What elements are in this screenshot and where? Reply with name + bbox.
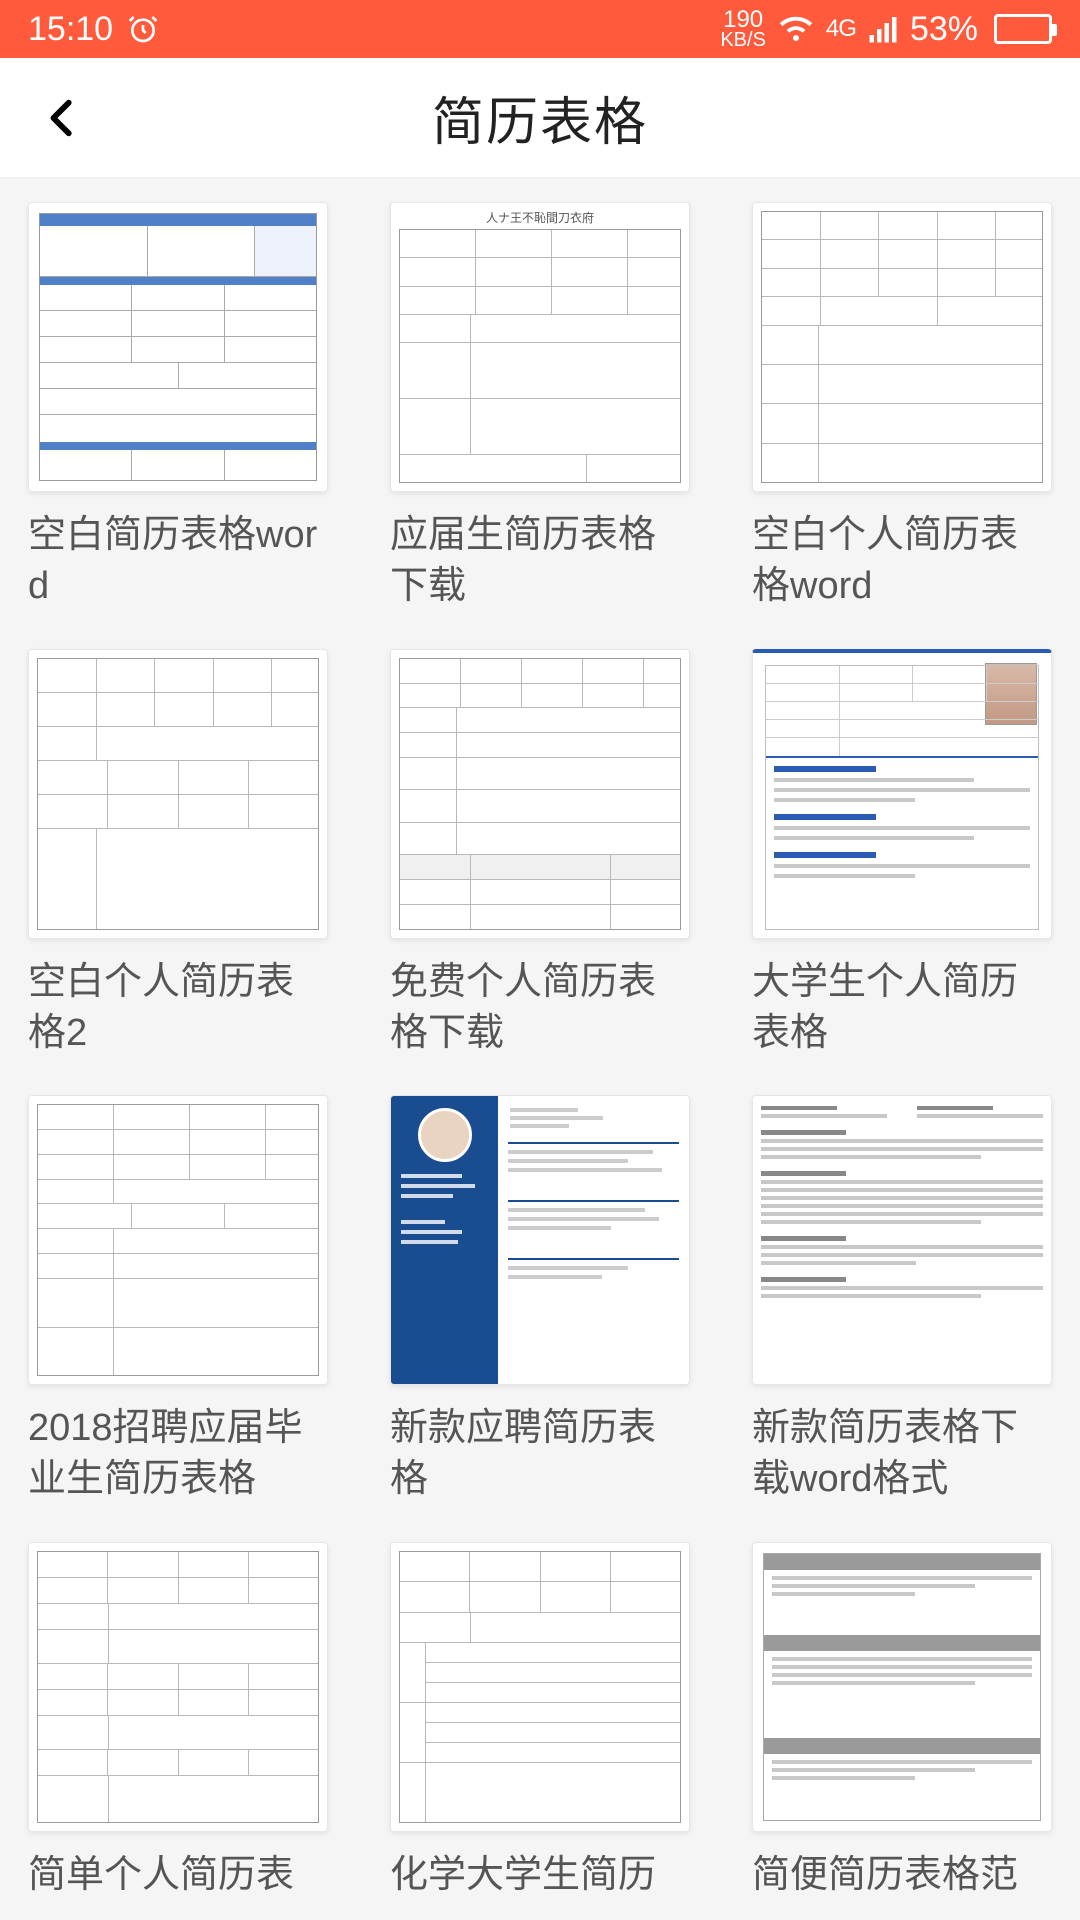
template-grid: 空白简历表格word 人ナ王不恥間刀衣府 应届生简历表格下载	[0, 178, 1080, 1901]
template-card[interactable]: 简便简历表格范	[752, 1542, 1052, 1901]
nav-header: 简历表格	[0, 58, 1080, 178]
signal-icon	[868, 14, 898, 44]
template-thumb	[752, 649, 1052, 939]
wifi-icon	[778, 11, 814, 47]
template-thumb	[390, 649, 690, 939]
template-title: 空白个人简历表格2	[28, 957, 328, 1060]
template-title: 空白简历表格word	[28, 510, 328, 613]
template-thumb	[752, 1095, 1052, 1385]
template-title: 简单个人简历表	[28, 1850, 328, 1901]
template-card[interactable]: 新款应聘简历表格	[390, 1095, 690, 1506]
template-thumb	[28, 202, 328, 492]
template-card[interactable]: 空白个人简历表格2	[28, 649, 328, 1060]
net-speed: 190 KB/S	[720, 9, 766, 49]
template-card[interactable]: 2018招聘应届毕业生简历表格	[28, 1095, 328, 1506]
template-card[interactable]: 空白简历表格word	[28, 202, 328, 613]
template-thumb	[390, 1095, 690, 1385]
template-card[interactable]: 大学生个人简历表格	[752, 649, 1052, 1060]
net-type: 4G	[826, 15, 856, 43]
battery-percent: 53%	[910, 10, 978, 49]
template-card[interactable]: 新款简历表格下载word格式	[752, 1095, 1052, 1506]
alarm-icon	[127, 13, 159, 45]
template-thumb	[28, 1095, 328, 1385]
status-bar: 15:10 190 KB/S 4G 53%	[0, 0, 1080, 58]
template-card[interactable]: 空白个人简历表格word	[752, 202, 1052, 613]
back-button[interactable]	[28, 83, 98, 153]
template-card[interactable]: 简单个人简历表	[28, 1542, 328, 1901]
template-thumb: 人ナ王不恥間刀衣府	[390, 202, 690, 492]
template-thumb	[28, 1542, 328, 1832]
template-card[interactable]: 人ナ王不恥間刀衣府 应届生简历表格下载	[390, 202, 690, 613]
template-title: 应届生简历表格下载	[390, 510, 690, 613]
template-thumb	[390, 1542, 690, 1832]
template-card[interactable]: 化学大学生简历	[390, 1542, 690, 1901]
template-title: 新款简历表格下载word格式	[752, 1403, 1052, 1506]
status-time: 15:10	[28, 10, 113, 49]
template-thumb	[752, 202, 1052, 492]
battery-icon	[990, 14, 1052, 44]
status-left: 15:10	[28, 10, 159, 49]
status-right: 190 KB/S 4G 53%	[720, 9, 1052, 49]
template-title: 化学大学生简历	[390, 1850, 690, 1901]
template-title: 免费个人简历表格下载	[390, 957, 690, 1060]
template-title: 新款应聘简历表格	[390, 1403, 690, 1506]
page-title: 简历表格	[0, 80, 1080, 155]
template-title: 空白个人简历表格word	[752, 510, 1052, 613]
template-title: 2018招聘应届毕业生简历表格	[28, 1403, 328, 1506]
template-card[interactable]: 免费个人简历表格下载	[390, 649, 690, 1060]
template-thumb	[752, 1542, 1052, 1832]
template-title: 简便简历表格范	[752, 1850, 1052, 1901]
template-title: 大学生个人简历表格	[752, 957, 1052, 1060]
template-thumb	[28, 649, 328, 939]
